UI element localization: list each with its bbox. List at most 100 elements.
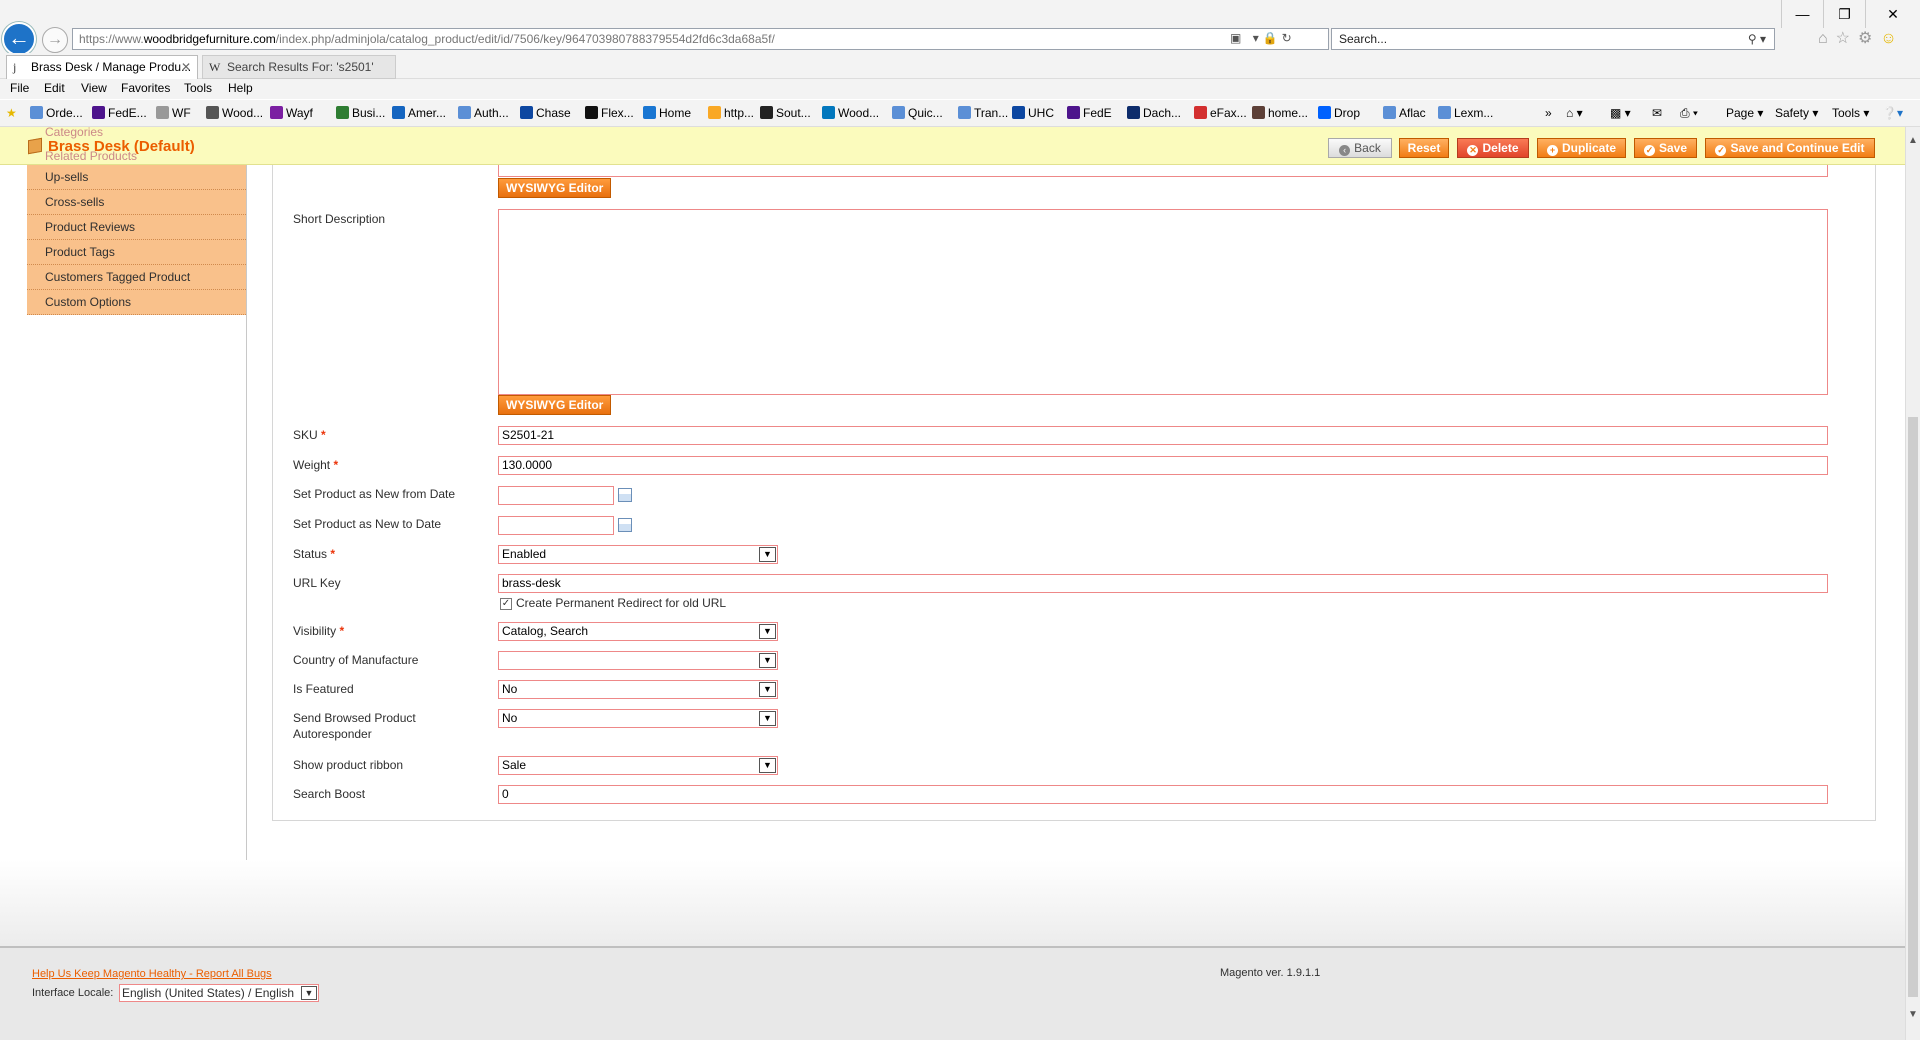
print-icon[interactable]: ⎙ ▾ xyxy=(1680,106,1698,121)
save-continue-button[interactable]: ✓ Save and Continue Edit xyxy=(1705,138,1875,158)
compat-icon[interactable]: ▣ xyxy=(1230,31,1245,45)
wysiwyg-short-description-button[interactable]: WYSIWYG Editor xyxy=(498,395,612,415)
duplicate-button[interactable]: + Duplicate xyxy=(1537,138,1626,158)
favorite-icon xyxy=(1127,106,1140,119)
lock-icon[interactable]: 🔒 xyxy=(1263,31,1282,45)
favorite-link[interactable]: Amer... xyxy=(392,106,446,120)
favorite-link[interactable]: FedE... xyxy=(92,106,147,120)
forward-arrow-icon[interactable]: → xyxy=(42,27,68,53)
new-to-date-input[interactable] xyxy=(498,516,614,535)
sidebar-item-hidden[interactable]: Related Products xyxy=(45,149,137,163)
ribbon-select[interactable]: Sale ▼ xyxy=(498,756,778,775)
sidebar-item-up-sells[interactable]: Up-sells xyxy=(27,165,246,190)
favorite-link[interactable]: Lexm... xyxy=(1438,106,1493,120)
sku-input[interactable]: S2501-21 xyxy=(498,426,1828,445)
visibility-select[interactable]: Catalog, Search ▼ xyxy=(498,622,778,641)
favorites-star-icon[interactable]: ★ xyxy=(6,106,17,120)
favorite-link[interactable]: Wood... xyxy=(206,106,263,120)
status-select[interactable]: Enabled ▼ xyxy=(498,545,778,564)
favorite-link[interactable]: http... xyxy=(708,106,754,120)
favorite-link[interactable]: FedE xyxy=(1067,106,1112,120)
favorite-icon xyxy=(336,106,349,119)
short-description-textarea[interactable] xyxy=(498,209,1828,395)
favorite-link[interactable]: WF xyxy=(156,106,191,120)
sidebar-item-hidden[interactable]: Categories xyxy=(45,125,103,139)
favorite-link[interactable]: eFax... xyxy=(1194,106,1247,120)
close-tab-icon[interactable]: ✕ xyxy=(181,56,191,78)
refresh-icon[interactable]: ↻ xyxy=(1282,31,1296,45)
safety-menu[interactable]: Safety ▾ xyxy=(1775,106,1818,120)
locale-select[interactable]: English (United States) / English ▼ xyxy=(119,984,319,1002)
favorite-link[interactable]: Dach... xyxy=(1127,106,1181,120)
favorite-link[interactable]: Tran... xyxy=(958,106,1008,120)
reset-button[interactable]: Reset xyxy=(1399,138,1449,158)
calendar-icon[interactable] xyxy=(618,488,632,502)
search-icon[interactable]: ⚲ ▾ xyxy=(1748,29,1766,49)
dropdown-icon[interactable]: ▾ xyxy=(1253,31,1263,45)
save-button[interactable]: ✓ Save xyxy=(1634,138,1697,158)
page-scrollbar[interactable]: ▲ ▼ xyxy=(1905,127,1920,1040)
scroll-thumb[interactable] xyxy=(1908,417,1918,997)
address-bar[interactable]: https://www.woodbridgefurniture.com/inde… xyxy=(72,28,1329,50)
star-icon[interactable]: ☆ xyxy=(1836,30,1858,47)
favorite-link[interactable]: Flex... xyxy=(585,106,634,120)
gear-icon[interactable]: ⚙ xyxy=(1858,30,1880,47)
sidebar-item-customers-tagged[interactable]: Customers Tagged Product xyxy=(27,265,246,290)
menu-favorites[interactable]: Favorites xyxy=(121,81,170,95)
search-input[interactable]: Search... ⚲ ▾ xyxy=(1331,28,1775,50)
menu-edit[interactable]: Edit xyxy=(44,81,65,95)
mail-icon[interactable]: ✉ xyxy=(1652,106,1662,120)
wysiwyg-description-button[interactable]: WYSIWYG Editor xyxy=(498,178,612,198)
menu-view[interactable]: View xyxy=(81,81,107,95)
menu-file[interactable]: File xyxy=(10,81,29,95)
tab-search-results[interactable]: W Search Results For: 's2501' xyxy=(202,55,396,79)
home-icon[interactable]: ⌂ xyxy=(1818,30,1836,47)
favorite-link[interactable]: Drop xyxy=(1318,106,1360,120)
autoresponder-select[interactable]: No ▼ xyxy=(498,709,778,728)
back-arrow-icon[interactable]: ← xyxy=(2,22,36,56)
favorite-link[interactable]: UHC xyxy=(1012,106,1054,120)
new-from-date-input[interactable] xyxy=(498,486,614,505)
delete-button[interactable]: ✕ Delete xyxy=(1457,138,1529,158)
favorite-link[interactable]: Quic... xyxy=(892,106,943,120)
smiley-icon[interactable]: ☺ xyxy=(1880,30,1904,47)
report-bugs-link[interactable]: Help Us Keep Magento Healthy - Report Al… xyxy=(32,968,272,980)
sidebar-item-cross-sells[interactable]: Cross-sells xyxy=(27,190,246,215)
tools-menu[interactable]: Tools ▾ xyxy=(1832,106,1869,120)
home-command-icon[interactable]: ⌂ ▾ xyxy=(1566,106,1583,120)
permanent-redirect-checkbox[interactable]: ✓ xyxy=(500,598,512,610)
feeds-icon[interactable]: ▩ ▾ xyxy=(1610,106,1631,120)
menu-help[interactable]: Help xyxy=(228,81,253,95)
tab-brass-desk[interactable]: j Brass Desk / Manage Produ... ✕ xyxy=(6,55,198,79)
favorite-link[interactable]: Aflac xyxy=(1383,106,1426,120)
page-menu[interactable]: Page ▾ xyxy=(1726,106,1763,120)
back-button[interactable]: ‹ Back xyxy=(1328,138,1392,158)
calendar-icon[interactable] xyxy=(618,518,632,532)
favorite-link[interactable]: Auth... xyxy=(458,106,509,120)
scroll-up-icon[interactable]: ▲ xyxy=(1906,135,1920,146)
close-window-button[interactable]: ✕ xyxy=(1865,0,1920,28)
favorite-link[interactable]: Home xyxy=(643,106,691,120)
sidebar-item-product-tags[interactable]: Product Tags xyxy=(27,240,246,265)
chevron-more-icon[interactable]: » xyxy=(1545,106,1552,120)
url-key-input[interactable]: brass-desk xyxy=(498,574,1828,593)
favorite-link[interactable]: Busi... xyxy=(336,106,385,120)
country-select[interactable]: ▼ xyxy=(498,651,778,670)
weight-input[interactable]: 130.0000 xyxy=(498,456,1828,475)
favorite-link[interactable]: Orde... xyxy=(30,106,83,120)
description-editor-bottom[interactable] xyxy=(498,165,1828,177)
is-featured-select[interactable]: No ▼ xyxy=(498,680,778,699)
favorite-link[interactable]: home... xyxy=(1252,106,1308,120)
menu-tools[interactable]: Tools xyxy=(184,81,212,95)
scroll-down-icon[interactable]: ▼ xyxy=(1906,1009,1920,1020)
search-boost-input[interactable]: 0 xyxy=(498,785,1828,804)
favorite-link[interactable]: Wayf xyxy=(270,106,313,120)
favorite-link[interactable]: Sout... xyxy=(760,106,811,120)
sidebar-item-product-reviews[interactable]: Product Reviews xyxy=(27,215,246,240)
favorite-link[interactable]: Chase xyxy=(520,106,571,120)
sidebar-item-custom-options[interactable]: Custom Options xyxy=(27,290,246,315)
minimize-button[interactable]: — xyxy=(1781,0,1823,28)
help-icon[interactable]: ❔▾ xyxy=(1882,106,1903,120)
restore-button[interactable]: ❐ xyxy=(1823,0,1865,28)
favorite-link[interactable]: Wood... xyxy=(822,106,879,120)
